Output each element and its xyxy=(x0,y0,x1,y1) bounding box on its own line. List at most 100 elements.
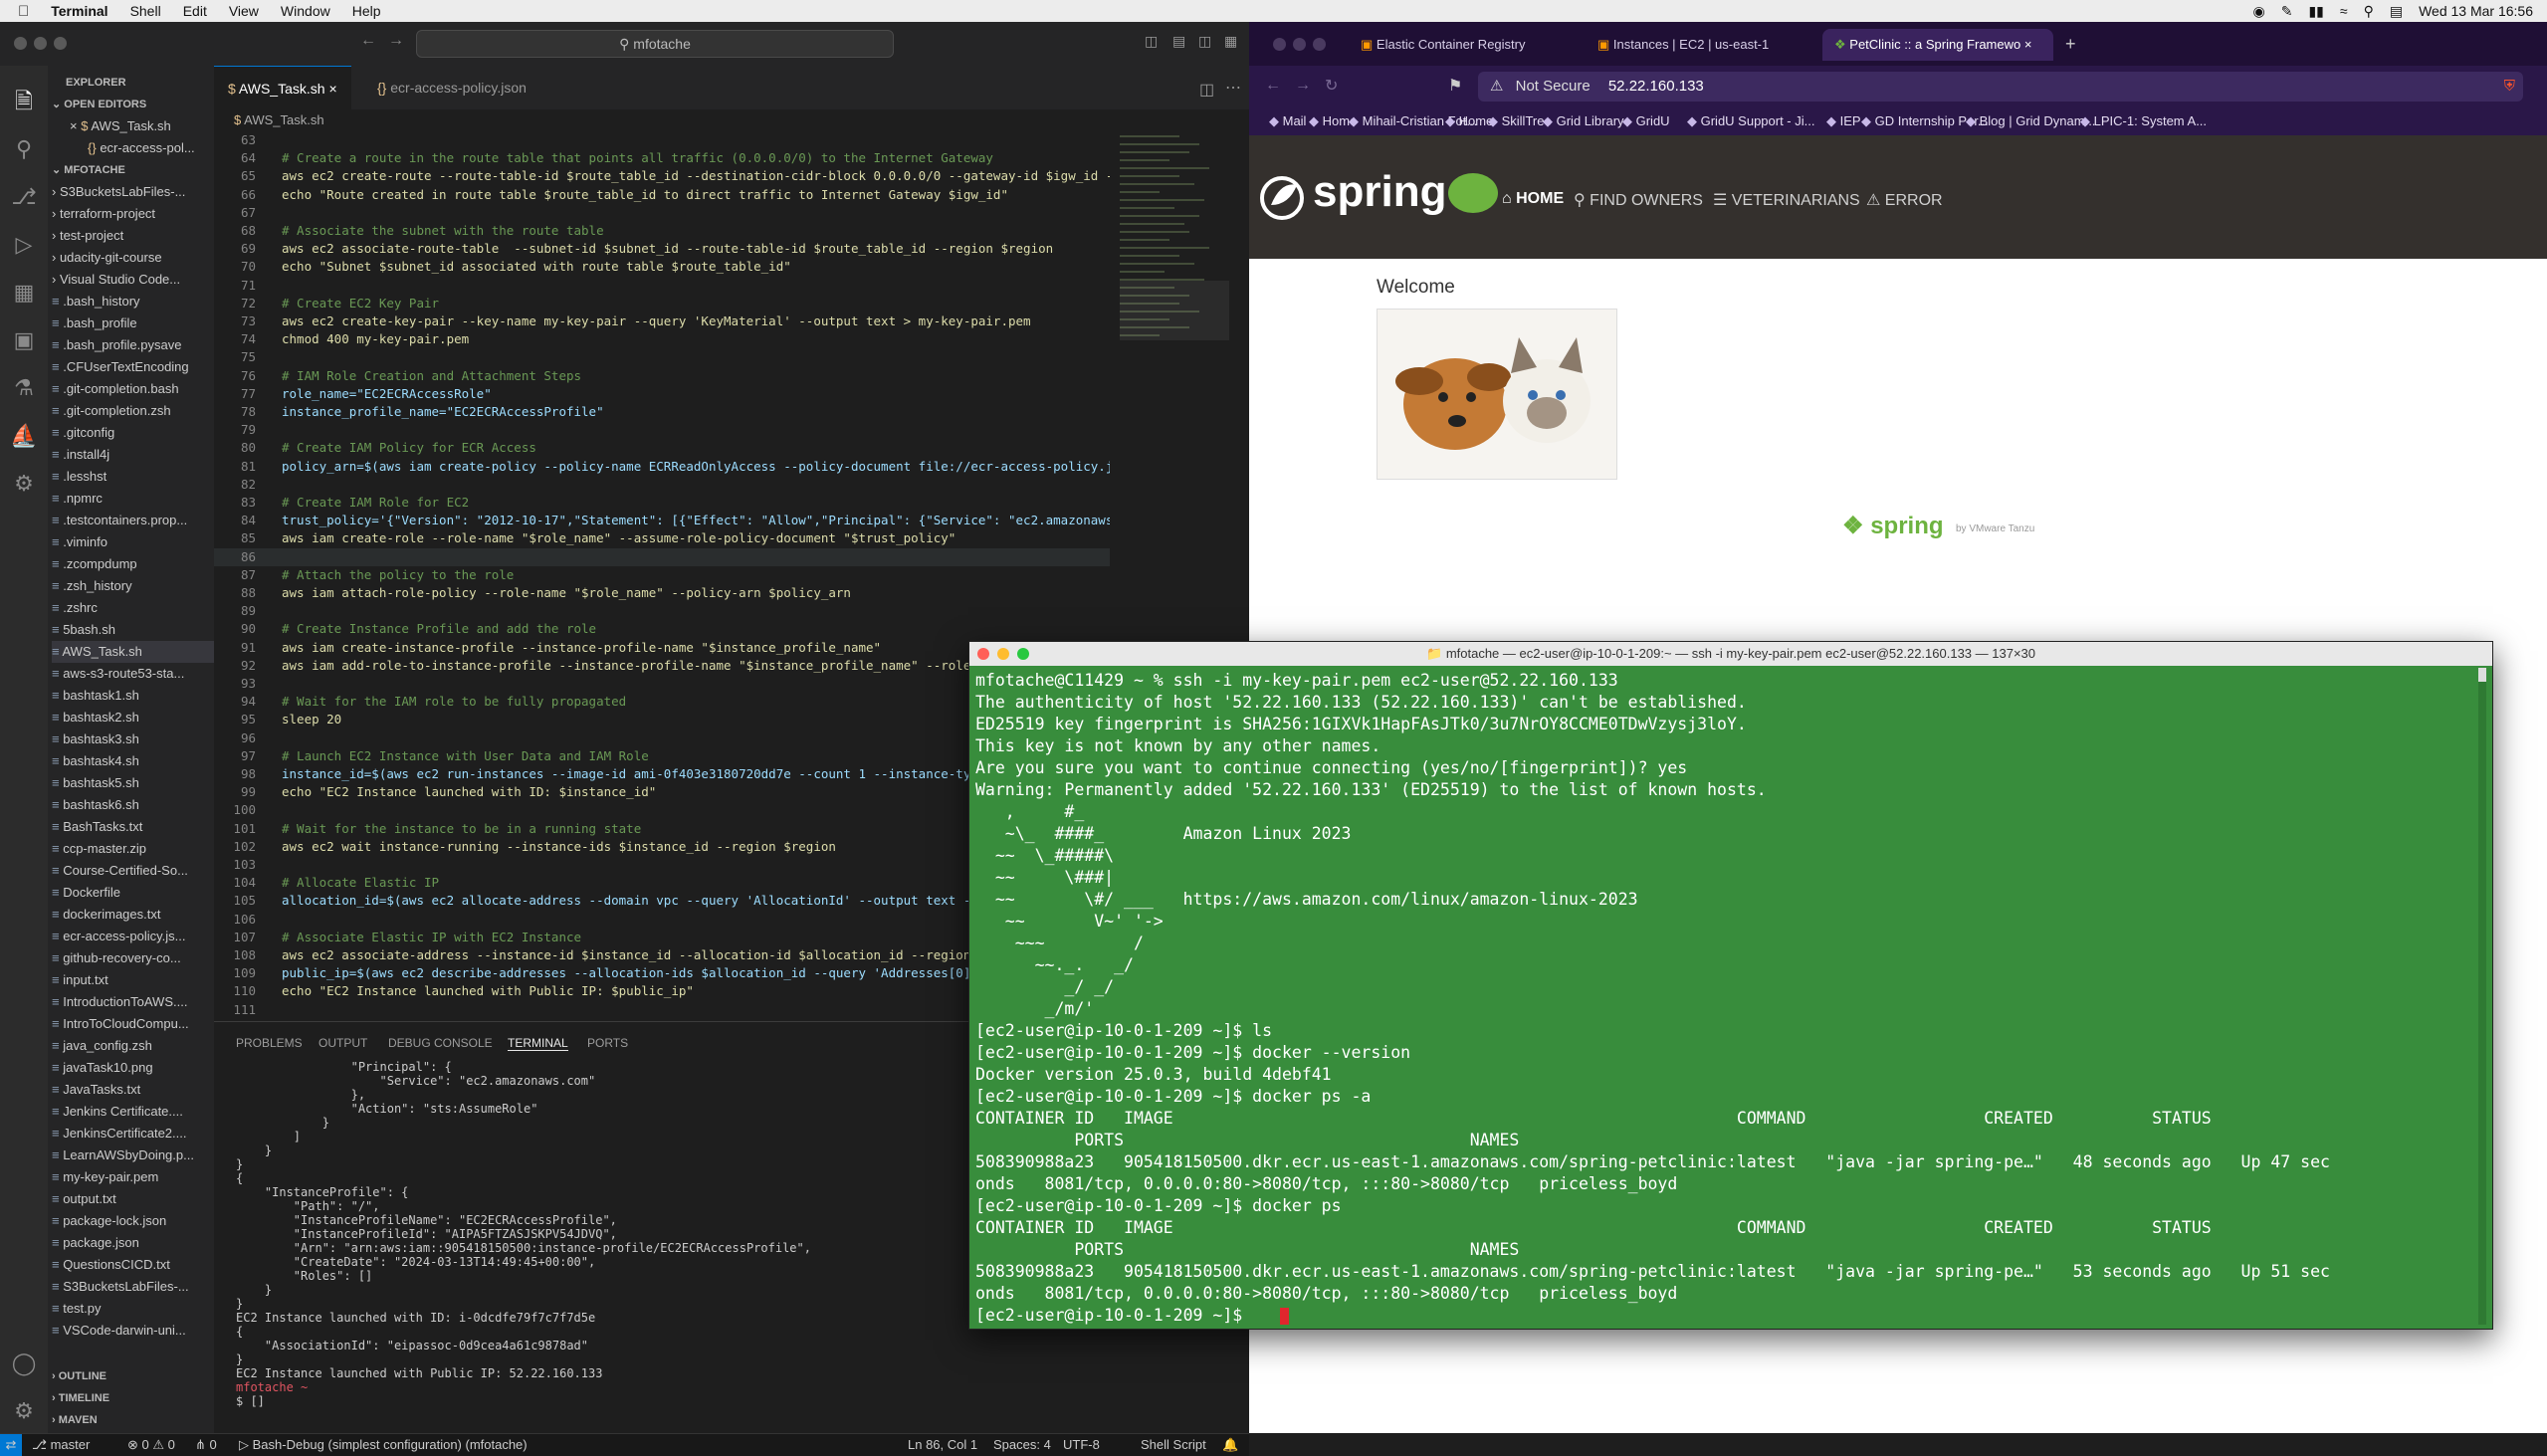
bookmark-item[interactable]: ◆ IEP xyxy=(1826,107,1861,135)
code-line[interactable]: 87 # Attach the policy to the role xyxy=(214,566,1110,584)
zoom-window-button[interactable] xyxy=(1313,38,1326,51)
tab-aws-task[interactable]: $ AWS_Task.sh × xyxy=(214,66,351,110)
close-icon[interactable]: × xyxy=(328,81,336,97)
browser-tab-ec2[interactable]: ▣ Instances | EC2 | us-east-1 xyxy=(1586,29,1826,61)
file-item[interactable]: ≡ S3BucketsLabFiles-... xyxy=(52,1276,214,1298)
tab-ports[interactable]: PORTS xyxy=(587,1036,628,1050)
minimap[interactable] xyxy=(1120,131,1229,430)
tab-terminal[interactable]: TERMINAL xyxy=(508,1036,568,1051)
close-window-button[interactable] xyxy=(977,648,989,660)
file-item[interactable]: ≡ bashtask3.sh xyxy=(52,728,214,750)
nav-error[interactable]: ⚠ ERROR xyxy=(1866,190,1943,210)
source-control-icon[interactable]: ⎇ xyxy=(8,181,40,213)
apple-icon[interactable]:  xyxy=(18,3,29,20)
battery-icon[interactable]: ▮▮ xyxy=(2308,3,2323,20)
file-item[interactable]: ≡ .testcontainers.prop... xyxy=(52,510,214,531)
maven-header[interactable]: › MAVEN xyxy=(52,1409,214,1431)
folder-item[interactable]: › udacity-git-course xyxy=(52,247,214,269)
language-mode[interactable]: Shell Script xyxy=(1141,1434,1206,1456)
file-item[interactable]: ≡ .bash_profile.pysave xyxy=(52,334,214,356)
folder-item[interactable]: › test-project xyxy=(52,225,214,247)
zoom-window-button[interactable] xyxy=(1017,648,1029,660)
file-item[interactable]: ≡ .git-completion.bash xyxy=(52,378,214,400)
problems-indicator[interactable]: ⊗ 0 ⚠ 0 xyxy=(127,1434,175,1456)
menu-view[interactable]: View xyxy=(229,3,259,19)
code-line[interactable]: 69 aws ec2 associate-route-table --subnet… xyxy=(214,240,1110,258)
code-line[interactable]: 90 # Create Instance Profile and add the … xyxy=(214,620,1110,638)
file-item[interactable]: ≡ Jenkins Certificate.... xyxy=(52,1101,214,1123)
close-window-button[interactable] xyxy=(14,37,27,50)
browser-tab-petclinic[interactable]: ❖ PetClinic :: a Spring Framewo × xyxy=(1822,29,2053,61)
minimize-window-button[interactable] xyxy=(34,37,47,50)
back-arrow-icon[interactable]: ← xyxy=(360,32,376,50)
open-editor-item[interactable]: × $ AWS_Task.sh xyxy=(70,115,214,137)
folder-item[interactable]: › Visual Studio Code... xyxy=(52,269,214,291)
file-item[interactable]: ≡ package.json xyxy=(52,1232,214,1254)
file-item[interactable]: ≡ ecr-access-policy.js... xyxy=(52,926,214,947)
bookmark-item[interactable]: ◆ Grid Library xyxy=(1543,107,1624,135)
menu-help[interactable]: Help xyxy=(352,3,381,19)
folder-item[interactable]: › S3BucketsLabFiles-... xyxy=(52,181,214,203)
file-item[interactable]: ≡ .zsh_history xyxy=(52,575,214,597)
remote-explorer-icon[interactable]: ▣ xyxy=(8,324,40,356)
file-item[interactable]: ≡ .zcompdump xyxy=(52,553,214,575)
file-item[interactable]: ≡ input.txt xyxy=(52,969,214,991)
gear-extension-icon[interactable]: ⚙ xyxy=(8,468,40,500)
pen-icon[interactable]: ✎ xyxy=(2281,3,2293,20)
account-icon[interactable]: ◯ xyxy=(8,1348,40,1379)
file-item[interactable]: ≡ Dockerfile xyxy=(52,882,214,904)
docker-icon[interactable]: ⛵ xyxy=(8,420,40,452)
file-item[interactable]: ≡ JavaTasks.txt xyxy=(52,1079,214,1101)
code-line[interactable]: 89 xyxy=(214,602,1110,620)
menu-app-name[interactable]: Terminal xyxy=(51,3,107,19)
address-bar[interactable]: ⚠ Not Secure 52.22.160.133 ⛨ xyxy=(1478,72,2523,102)
file-item[interactable]: ≡ .zshrc xyxy=(52,597,214,619)
menu-shell[interactable]: Shell xyxy=(130,3,161,19)
scroll-thumb[interactable] xyxy=(2478,668,2486,682)
code-line[interactable]: 78 instance_profile_name="EC2ECRAccessPro… xyxy=(214,403,1110,421)
spring-logo-icon[interactable] xyxy=(1259,175,1305,221)
file-item[interactable]: ≡ .lesshst xyxy=(52,466,214,488)
file-item[interactable]: ≡ bashtask2.sh xyxy=(52,707,214,728)
testing-icon[interactable]: ⚗ xyxy=(8,372,40,404)
bookmark-item[interactable]: ◆ Blog | Grid Dynam... xyxy=(1966,107,2095,135)
indent-setting[interactable]: Spaces: 4 xyxy=(993,1434,1051,1456)
ports-indicator[interactable]: ⋔ 0 xyxy=(195,1434,217,1456)
file-item[interactable]: ≡ VSCode-darwin-uni... xyxy=(52,1320,214,1342)
menu-edit[interactable]: Edit xyxy=(183,3,207,19)
bookmark-item[interactable]: ◆ Mail xyxy=(1269,107,1306,135)
minimize-window-button[interactable] xyxy=(1293,38,1306,51)
file-item[interactable]: ≡ package-lock.json xyxy=(52,1210,214,1232)
file-item[interactable]: ≡ java_config.zsh xyxy=(52,1035,214,1057)
file-item[interactable]: ≡ .bash_history xyxy=(52,291,214,312)
forward-arrow-icon[interactable]: → xyxy=(1295,77,1311,95)
code-line[interactable]: 66 echo "Route created in route table $ro… xyxy=(214,186,1110,204)
file-item[interactable]: ≡ IntroToCloudCompu... xyxy=(52,1013,214,1035)
file-item[interactable]: ≡ bashtask4.sh xyxy=(52,750,214,772)
code-line[interactable]: 81 policy_arn=$(aws iam create-policy --p… xyxy=(214,458,1110,476)
terminal-output[interactable]: mfotache@C11429 ~ % ssh -i my-key-pair.p… xyxy=(969,666,2472,1329)
close-icon[interactable]: × xyxy=(2024,37,2032,52)
split-editor-icon[interactable]: ◫ xyxy=(1199,80,1214,100)
file-item[interactable]: ≡ QuestionsCICD.txt xyxy=(52,1254,214,1276)
toggle-panel-icon[interactable]: ▤ xyxy=(1172,33,1185,50)
code-line[interactable]: 70 echo "Subnet $subnet_id associated wit… xyxy=(214,258,1110,276)
breadcrumb[interactable]: $ AWS_Task.sh xyxy=(214,109,1269,131)
search-icon[interactable]: ⚲ xyxy=(8,133,40,165)
brave-shield-icon[interactable]: ⛨ xyxy=(2504,72,2515,102)
file-item[interactable]: ≡ .bash_profile xyxy=(52,312,214,334)
code-line[interactable]: 68 # Associate the subnet with the route … xyxy=(214,222,1110,240)
encoding[interactable]: UTF-8 xyxy=(1063,1434,1100,1456)
file-item[interactable]: ≡ test.py xyxy=(52,1298,214,1320)
tab-output[interactable]: OUTPUT xyxy=(318,1036,367,1050)
wifi-icon[interactable]: ≈ xyxy=(2340,3,2348,19)
code-line[interactable]: 71 xyxy=(214,277,1110,295)
run-debug-icon[interactable]: ▷ xyxy=(8,229,40,261)
terminal-scrollbar[interactable] xyxy=(2478,668,2486,1325)
file-item[interactable]: ≡ JenkinsCertificate2.... xyxy=(52,1123,214,1144)
branch-indicator[interactable]: ⎇ master xyxy=(32,1434,90,1456)
browser-tab-ecr[interactable]: ▣ Elastic Container Registry xyxy=(1349,29,1590,61)
forward-arrow-icon[interactable]: → xyxy=(388,32,404,50)
bookmark-item[interactable]: ◆ GridU xyxy=(1622,107,1670,135)
debug-config[interactable]: ▷ Bash-Debug (simplest configuration) (m… xyxy=(239,1434,528,1456)
